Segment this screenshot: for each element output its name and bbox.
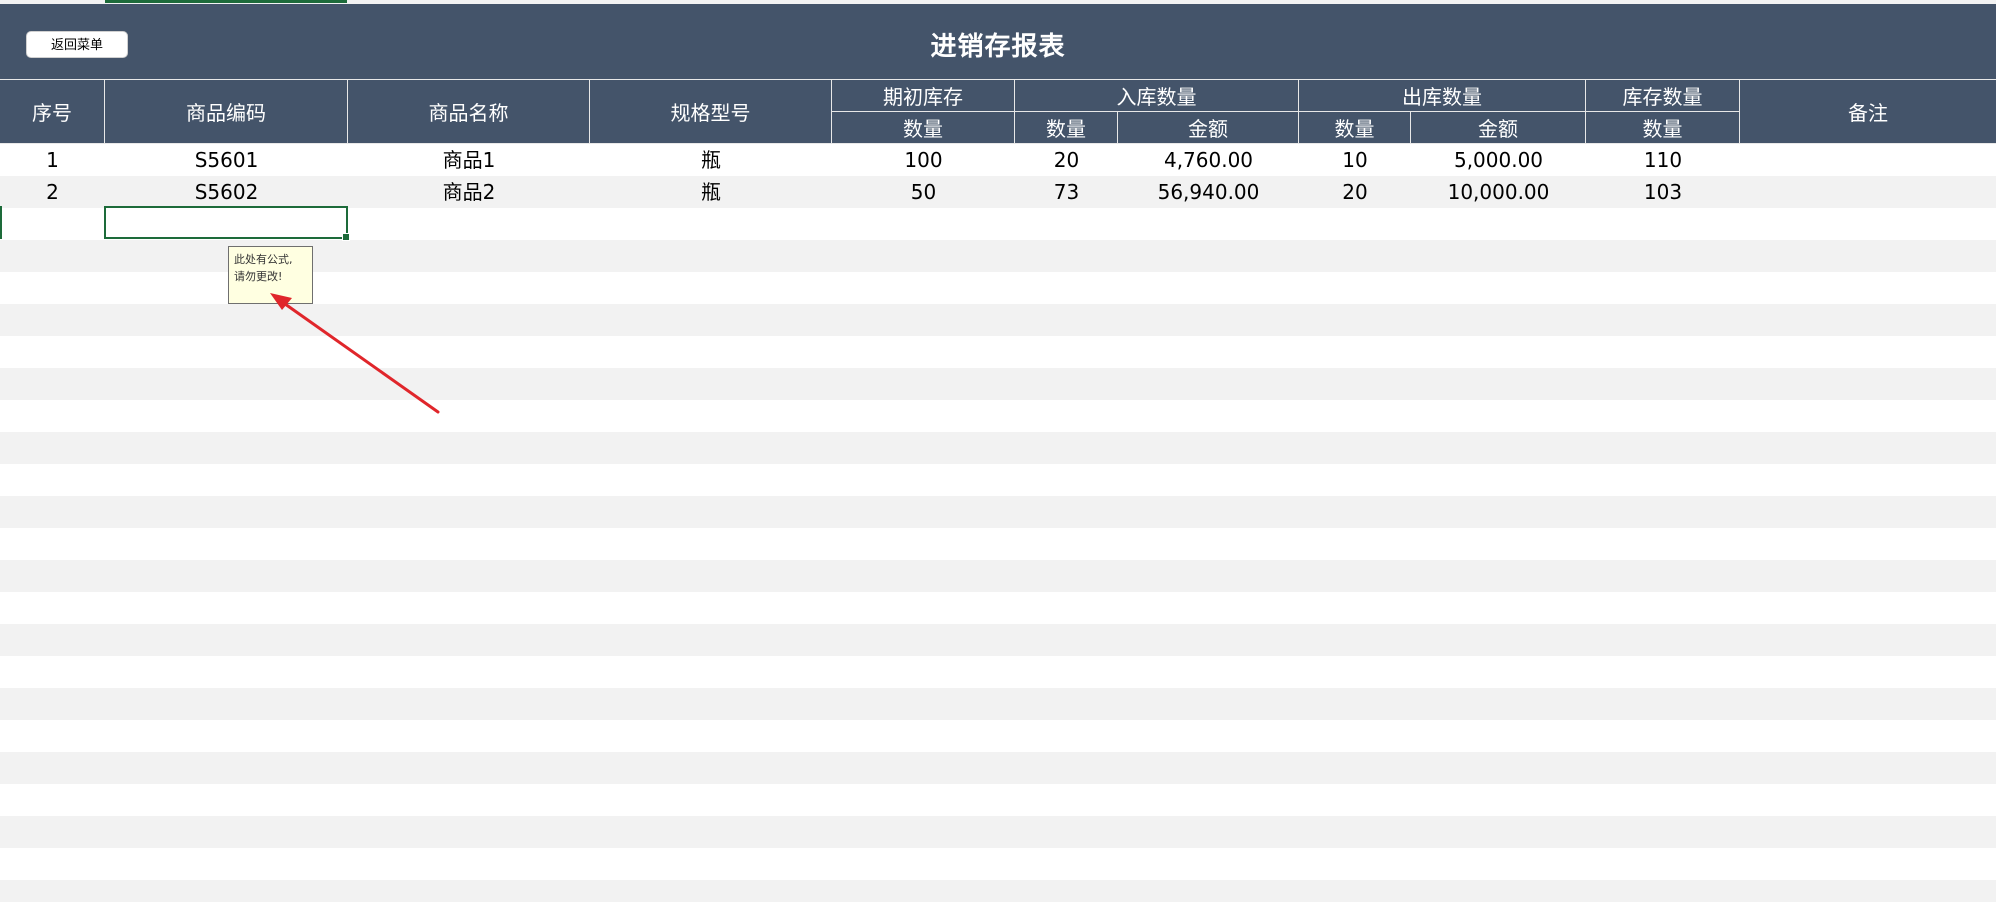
empty-row[interactable] xyxy=(0,528,1996,560)
table-row[interactable]: 1 S5601 商品1 瓶 100 20 4,760.00 10 5,000.0… xyxy=(0,144,1996,176)
header-out-amount: 金额 xyxy=(1411,112,1586,144)
header-code: 商品编码 xyxy=(105,80,348,144)
empty-row[interactable] xyxy=(0,816,1996,848)
cell-out-qty[interactable]: 20 xyxy=(1299,176,1411,208)
empty-row[interactable] xyxy=(0,720,1996,752)
cell-name[interactable]: 商品2 xyxy=(348,176,590,208)
comment-line-1: 此处有公式, xyxy=(234,253,293,266)
table-row[interactable]: 2 S5602 商品2 瓶 50 73 56,940.00 20 10,000.… xyxy=(0,176,1996,208)
selected-cell[interactable] xyxy=(104,206,350,241)
title-bar: 返回菜单 进销存报表 xyxy=(0,4,1996,80)
empty-row[interactable] xyxy=(0,880,1996,902)
comment-line-2: 请勿更改! xyxy=(234,270,283,283)
cell-out-amount[interactable]: 5,000.00 xyxy=(1411,144,1586,176)
cell-opening-qty[interactable]: 50 xyxy=(832,176,1015,208)
header-opening: 期初库存 xyxy=(832,80,1015,112)
cell-out-amount[interactable]: 10,000.00 xyxy=(1411,176,1586,208)
empty-row[interactable] xyxy=(0,752,1996,784)
cell-spec[interactable]: 瓶 xyxy=(590,144,832,176)
selected-column-indicator xyxy=(105,0,347,3)
header-opening-qty: 数量 xyxy=(832,112,1015,144)
empty-row[interactable] xyxy=(0,400,1996,432)
empty-row[interactable] xyxy=(0,304,1996,336)
header-remark: 备注 xyxy=(1740,80,1996,144)
cell-in-qty[interactable]: 20 xyxy=(1015,144,1118,176)
cell-stock-qty[interactable]: 110 xyxy=(1586,144,1740,176)
cell-stock-qty[interactable]: 103 xyxy=(1586,176,1740,208)
header-spec: 规格型号 xyxy=(590,80,832,144)
report-title: 进销存报表 xyxy=(930,32,1066,62)
header-seq: 序号 xyxy=(0,80,105,144)
cell-out-qty[interactable]: 10 xyxy=(1299,144,1411,176)
cell-in-qty[interactable]: 73 xyxy=(1015,176,1118,208)
empty-row[interactable] xyxy=(0,560,1996,592)
empty-row[interactable] xyxy=(0,496,1996,528)
header-name: 商品名称 xyxy=(348,80,590,144)
empty-row[interactable] xyxy=(0,656,1996,688)
spreadsheet[interactable]: 返回菜单 进销存报表 序号 商品编码 商品名称 规格型号 期初库存 入库数量 出… xyxy=(0,0,1996,902)
active-row-indicator xyxy=(0,206,2,239)
header-in-qty: 数量 xyxy=(1015,112,1118,144)
cell-name[interactable]: 商品1 xyxy=(348,144,590,176)
empty-row[interactable] xyxy=(0,464,1996,496)
header-outbound: 出库数量 xyxy=(1299,80,1586,112)
empty-row[interactable] xyxy=(0,688,1996,720)
header-in-amount: 金额 xyxy=(1118,112,1299,144)
empty-row[interactable] xyxy=(0,592,1996,624)
header-stock-qty: 数量 xyxy=(1586,112,1740,144)
header-stock: 库存数量 xyxy=(1586,80,1740,112)
header-divider xyxy=(0,79,1996,80)
empty-row[interactable] xyxy=(0,432,1996,464)
cell-in-amount[interactable]: 4,760.00 xyxy=(1118,144,1299,176)
empty-row[interactable] xyxy=(0,336,1996,368)
header-inbound: 入库数量 xyxy=(1015,80,1299,112)
empty-row[interactable] xyxy=(0,368,1996,400)
cell-seq[interactable]: 2 xyxy=(0,176,105,208)
fill-handle[interactable] xyxy=(342,233,350,241)
cell-spec[interactable]: 瓶 xyxy=(590,176,832,208)
empty-row[interactable] xyxy=(0,784,1996,816)
cell-comment: 此处有公式, 请勿更改! xyxy=(228,246,313,304)
cell-seq[interactable]: 1 xyxy=(0,144,105,176)
cell-in-amount[interactable]: 56,940.00 xyxy=(1118,176,1299,208)
cell-code[interactable]: S5601 xyxy=(105,144,348,176)
empty-row[interactable] xyxy=(0,624,1996,656)
empty-row[interactable] xyxy=(0,848,1996,880)
cell-code[interactable]: S5602 xyxy=(105,176,348,208)
header-out-qty: 数量 xyxy=(1299,112,1411,144)
cell-opening-qty[interactable]: 100 xyxy=(832,144,1015,176)
